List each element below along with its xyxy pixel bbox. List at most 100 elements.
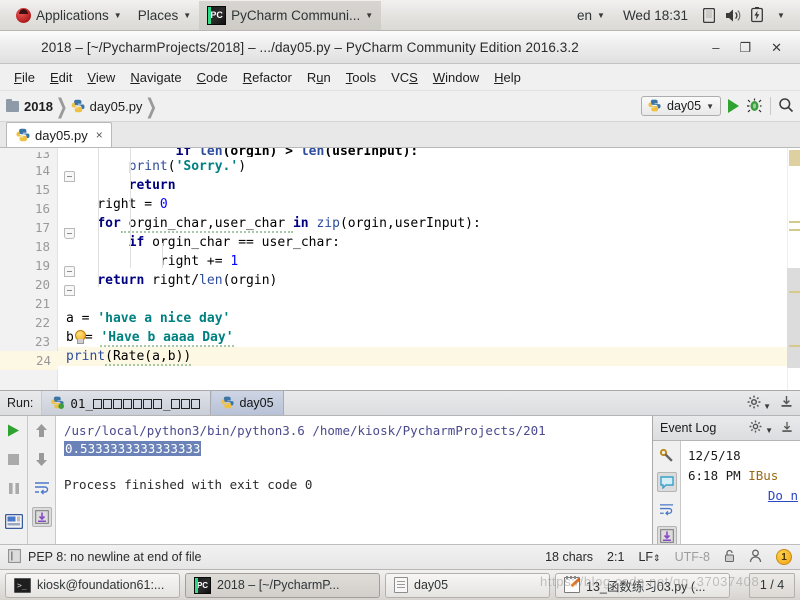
debug-button[interactable] [746,97,763,116]
menu-run[interactable]: Run [300,67,338,88]
python-config-icon [648,99,662,113]
selected-output[interactable]: 0.5333333333333333 [64,441,202,456]
keyword-return: return [97,273,145,288]
system-menu-chevron-icon[interactable]: ▼ [770,4,792,26]
file-encoding[interactable]: UTF-8 [675,550,710,564]
keyboard-layout-indicator[interactable]: en ▼ [569,1,613,30]
line-separator[interactable]: LF⇕ [638,550,660,564]
volume-icon[interactable] [722,4,744,26]
clock[interactable]: Wed 18:31 [615,1,696,30]
maximize-button[interactable]: ❐ [739,41,751,54]
keyword-for: for [97,216,121,231]
breadcrumb-project[interactable]: 2018 [6,98,53,114]
places-menu[interactable]: Places ▼ [130,1,199,30]
run-label: Run: [7,396,34,410]
editor-gutter[interactable]: 13 14 15 16 17 18 19 20 21 22 23 24 [0,148,75,390]
code-line: for orgin_char,user_char in zip(orgin,us… [58,214,787,233]
down-arrow-icon[interactable] [32,449,52,469]
warning-marker[interactable] [789,221,800,223]
clock-label: Wed 18:31 [622,7,688,23]
user-icon[interactable] [749,549,762,566]
menu-help[interactable]: Help [487,67,528,88]
breadcrumb-file-label: day05.py [89,98,143,114]
run-button[interactable] [728,99,739,113]
up-arrow-icon[interactable] [32,420,52,440]
display-icon[interactable] [698,4,720,26]
soft-wrap-icon[interactable] [657,499,677,519]
editor-vertical-scrollbar[interactable] [787,268,800,368]
close-icon[interactable]: × [96,128,103,142]
minimize-button[interactable]: – [712,41,719,54]
taskbar-item-label: kiosk@foundation61:... [37,578,165,592]
workspace-switcher[interactable]: 1 / 4 [749,572,795,598]
run-tab-day05[interactable]: day05 [210,391,284,415]
code-text: right/ [144,273,200,288]
menu-tools[interactable]: Tools [339,67,383,88]
menu-vcs[interactable]: VCS [384,67,425,88]
message-icon[interactable] [656,472,677,492]
taskbar-item-day05[interactable]: day05 [385,572,550,598]
run-configuration-selector[interactable]: day05 ▼ [641,96,721,116]
search-everywhere-button[interactable] [778,97,794,116]
menu-code[interactable]: Code [190,67,235,88]
editor-marker-bar[interactable] [787,148,800,390]
export-icon[interactable] [780,395,793,411]
scroll-to-end-icon[interactable] [656,526,677,546]
console-icon[interactable] [4,511,24,531]
console-output-line: 0.5333333333333333 [64,440,652,458]
inspection-icon[interactable] [8,548,21,566]
number-literal: 0 [159,197,168,212]
warning-marker[interactable] [789,150,800,166]
taskbar-item-notes[interactable]: 13_函数练习03.py (... [555,572,730,598]
close-button[interactable]: ✕ [771,41,782,54]
taskbar-item-pycharm[interactable]: PC 2018 – [~/PycharmP... [185,572,380,598]
window-title: 2018 – [~/PycharmProjects/2018] – .../da… [41,39,579,55]
run-icon[interactable] [4,420,24,440]
event-log-link[interactable]: Do n [768,488,798,503]
warning-marker[interactable] [789,291,800,293]
indent-guide [130,148,131,268]
warning-marker[interactable] [789,229,800,231]
keyword-return: return [128,178,176,193]
code-editor[interactable]: 13 14 15 16 17 18 19 20 21 22 23 24 if l… [0,148,800,390]
applications-menu[interactable]: Applications ▼ [8,1,130,30]
soft-wrap-icon[interactable] [32,478,52,498]
breadcrumb-file[interactable]: day05.py [71,98,143,114]
settings-icon[interactable] [657,445,677,465]
window-menu-pycharm[interactable]: PC PyCharm Communi... ▼ [199,0,382,30]
pause-icon[interactable] [4,478,24,498]
breadcrumb-separator-icon: ❯ [55,93,68,118]
menu-edit[interactable]: Edit [43,67,79,88]
menu-window[interactable]: Window [426,67,486,88]
taskbar-item-terminal[interactable]: >_ kiosk@foundation61:... [5,572,180,598]
gear-icon[interactable]: ▼ [747,395,771,412]
lock-icon[interactable] [724,549,735,566]
stop-icon[interactable] [4,449,24,469]
breadcrumb-project-label: 2018 [24,98,53,114]
scroll-to-end-icon[interactable] [31,507,52,527]
warning-marker[interactable] [789,345,800,347]
menu-navigate[interactable]: Navigate [123,67,188,88]
run-tab-01[interactable]: 01_ _ [41,391,211,415]
export-icon[interactable] [781,421,793,436]
window-menu-label: PyCharm Communi... [231,7,361,23]
battery-icon[interactable] [746,4,768,26]
notification-badge[interactable]: 1 [776,549,792,565]
notes-icon [564,576,580,593]
taskbar-item-label: 2018 – [~/PycharmP... [217,578,340,592]
run-tab-day05-label: day05 [239,396,274,410]
window-titlebar: 2018 – [~/PycharmProjects/2018] – .../da… [0,31,800,64]
chevron-down-icon: ▼ [365,10,374,20]
gear-icon[interactable]: ▼ [749,420,773,436]
intention-bulb-icon[interactable] [74,330,86,344]
line-number: 16 [34,201,50,216]
menu-file[interactable]: File [7,67,42,88]
line-number: 20 [34,277,50,292]
chevron-down-icon: ▼ [183,10,192,20]
menu-refactor[interactable]: Refactor [236,67,299,88]
menu-view[interactable]: View [80,67,122,88]
code-text-area[interactable]: if len(orgin) > len(userInput): print('S… [58,148,787,390]
caret-position[interactable]: 2:1 [607,550,624,564]
function-zip: zip [308,216,340,231]
editor-tab-day05[interactable]: day05.py × [6,122,112,147]
